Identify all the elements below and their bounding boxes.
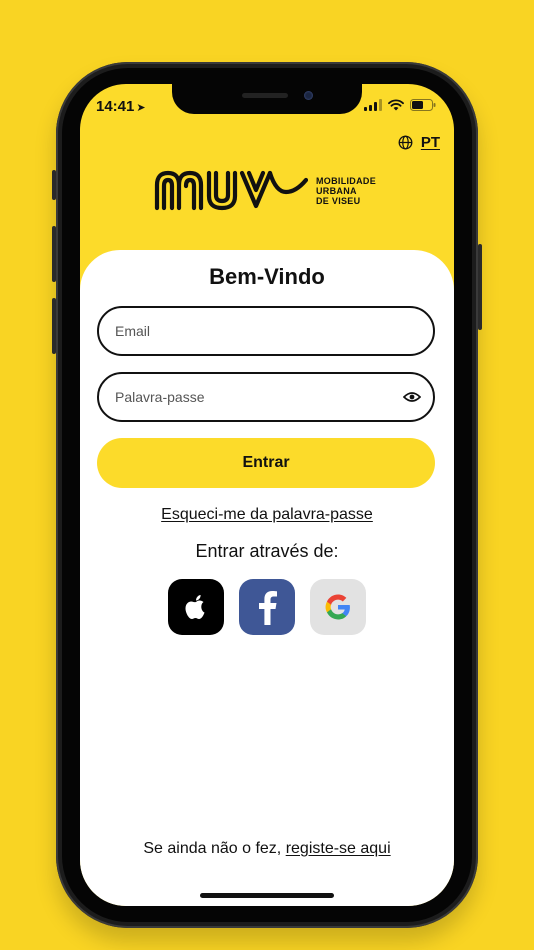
logo-subtitle: MOBILIDADE URBANA DE VISEU [316,176,376,206]
facebook-login-button[interactable] [239,579,295,635]
status-time: 14:41 ➤ [96,98,146,115]
silent-switch [52,170,56,200]
register-prompt: Se ainda não o fez, registe-se aqui [80,840,454,858]
logo-subtitle-line: URBANA [316,186,357,196]
notch [172,84,362,114]
logo-subtitle-line: MOBILIDADE [316,176,376,186]
password-placeholder: Palavra-passe [115,389,205,405]
register-prefix: Se ainda não o fez, [143,840,282,857]
eye-icon[interactable] [403,391,421,403]
volume-up-button [52,226,56,282]
home-indicator [200,893,334,898]
logo: MOBILIDADE URBANA DE VISEU [154,168,376,214]
speaker [242,93,288,98]
screen: 14:41 ➤ PT MOBILIDADE URBANA DE VISEU Be… [80,84,454,906]
status-icons [364,99,436,111]
language-selector[interactable]: PT [398,134,440,151]
battery-icon [410,99,436,111]
apple-icon [185,595,205,619]
social-login-buttons [168,579,366,635]
facebook-icon [259,591,277,625]
page-title: Bem-Vindo [209,264,325,289]
globe-icon [398,135,413,150]
password-field[interactable]: Palavra-passe [97,372,435,422]
google-login-button[interactable] [310,579,366,635]
social-login-title: Entrar através de: [195,541,339,561]
camera [304,91,313,100]
power-button [478,244,482,330]
volume-down-button [52,298,56,354]
email-placeholder: Email [115,323,151,339]
wifi-icon [388,99,404,111]
apple-login-button[interactable] [168,579,224,635]
login-card: Bem-Vindo Email Palavra-passe Entrar Esq… [80,250,454,906]
forgot-password-link[interactable]: Esqueci-me da palavra-passe [80,506,454,524]
muv-logo-mark [154,170,308,211]
register-link[interactable]: registe-se aqui [286,840,391,857]
google-icon [325,594,350,620]
location-arrow-icon: ➤ [136,102,146,114]
signal-icon [364,99,382,111]
login-button[interactable]: Entrar [97,438,435,488]
email-field[interactable]: Email [97,306,435,356]
language-code: PT [420,134,440,151]
logo-subtitle-line: DE VISEU [316,196,361,206]
